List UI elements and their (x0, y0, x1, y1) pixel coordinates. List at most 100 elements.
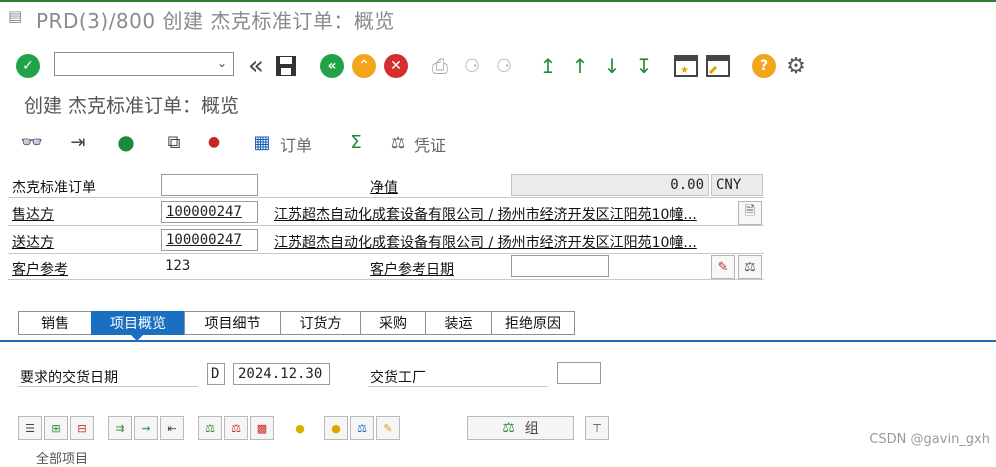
coin-icon[interactable]: ● (288, 416, 312, 440)
select-all-button[interactable]: ⇉ (108, 416, 132, 440)
import-document-icon[interactable]: ⇥ (64, 128, 92, 156)
tab-procurement[interactable]: 采购 (360, 311, 425, 335)
checkmark-icon: ✓ (16, 54, 40, 78)
window-title: PRD(3)/800 创建 杰克标准订单：概览 (36, 9, 395, 33)
deselect-all-icon: ⇤ (167, 421, 177, 435)
item-detail-icon: ☰ (25, 421, 35, 435)
customer-reference-date-field[interactable] (511, 255, 609, 277)
scale-icon: ⚖ (357, 421, 367, 435)
document-icon: 🗎 (744, 204, 756, 219)
next-page-icon[interactable]: ↓ (598, 52, 626, 80)
date-format-field[interactable]: D (207, 363, 225, 385)
chart-button[interactable]: ▩ (250, 416, 274, 440)
partner-stamp-button[interactable]: ⚖ (738, 255, 762, 279)
tab-underline (0, 340, 996, 342)
sum-sigma-icon[interactable]: Σ (342, 128, 370, 156)
first-page-icon[interactable]: ↥ (534, 52, 562, 80)
find-next-icon[interactable]: ⚆ (490, 52, 518, 80)
help-button[interactable]: ? (750, 52, 778, 80)
find-icon[interactable]: ⚆ (458, 52, 486, 80)
tab-item-detail[interactable]: 项目细节 (184, 311, 280, 335)
double-left-arrow-icon: « (320, 54, 344, 78)
help-question-icon: ? (752, 54, 776, 78)
structure-button[interactable]: ⊤ (585, 416, 609, 440)
header-detail-button[interactable]: ✎ (711, 255, 735, 279)
delete-row-icon: ⊟ (77, 421, 87, 435)
navigate-back-icon[interactable]: « (242, 51, 270, 81)
customer-reference-label[interactable]: 客户参考 (12, 259, 68, 279)
order-type-field[interactable] (161, 174, 258, 196)
configuration-button[interactable]: ⚖ (198, 416, 222, 440)
copy-document-icon[interactable]: ⧉ (160, 128, 188, 156)
ship-to-description[interactable]: 江苏超杰自动化成套设备有限公司 / 扬州市经济开发区江阳苑10幢... (274, 232, 720, 252)
tab-shipping[interactable]: 装运 (425, 311, 491, 335)
last-page-icon[interactable]: ↧ (630, 52, 658, 80)
row-divider (18, 386, 198, 387)
configuration-icon: ⚖ (205, 421, 215, 435)
tab-ordering-party[interactable]: 订货方 (280, 311, 360, 335)
item-detail-button[interactable]: ☰ (18, 416, 42, 440)
previous-page-icon[interactable]: ↑ (566, 52, 594, 80)
shortcut-button[interactable] (704, 52, 732, 80)
display-glasses-icon[interactable]: 👓 (18, 128, 46, 156)
currency-coin-button[interactable]: ● (324, 416, 348, 440)
save-button[interactable] (272, 52, 300, 80)
back-button[interactable]: « (318, 52, 346, 80)
order-type-label: 杰克标准订单 (12, 180, 96, 196)
requested-delivery-date-field[interactable]: 2024.12.30 (233, 363, 330, 385)
structure-icon: ⊤ (592, 421, 602, 435)
window-title-bar: ▤ PRD(3)/800 创建 杰克标准订单：概览 (0, 2, 996, 33)
exit-button[interactable]: ⌃ (350, 52, 378, 80)
scale-button[interactable]: ⚖ (350, 416, 374, 440)
insert-row-icon: ⊞ (51, 421, 61, 435)
customer-reference-field[interactable]: 123 (161, 256, 367, 278)
select-block-button[interactable]: ⇝ (134, 416, 158, 440)
ship-to-label[interactable]: 送达方 (12, 232, 54, 252)
net-value-label[interactable]: 净值 (370, 177, 398, 197)
group-button[interactable]: ⚖ 组 (467, 416, 574, 440)
tab-sales[interactable]: 销售 (18, 311, 91, 335)
net-value-field: 0.00 (511, 174, 709, 196)
ship-to-field[interactable]: 100000247 (161, 229, 258, 251)
cancel-button[interactable]: ✕ (382, 52, 410, 80)
requested-delivery-date-label: 要求的交货日期 (20, 370, 118, 386)
order-table-icon[interactable]: ▦ (248, 128, 276, 156)
deselect-all-button[interactable]: ⇤ (160, 416, 184, 440)
insert-row-button[interactable]: ⊞ (44, 416, 68, 440)
sold-to-field[interactable]: 100000247 (161, 201, 258, 223)
customer-reference-date-label[interactable]: 客户参考日期 (370, 259, 454, 279)
document-button[interactable]: 🗎 (738, 201, 762, 225)
edit-note-button[interactable]: ✎ (376, 416, 400, 440)
new-session-icon: ★ (674, 55, 698, 77)
group-button-label: 组 (524, 421, 539, 437)
command-field[interactable]: ⌄ (54, 52, 234, 76)
delete-stamp-icon[interactable]: ● (200, 128, 228, 156)
chevron-down-icon[interactable]: ⌄ (217, 56, 227, 70)
partner-person-icon[interactable]: ● (112, 128, 140, 156)
group-icon: ⚖ (502, 420, 515, 436)
sold-to-description[interactable]: 江苏超杰自动化成套设备有限公司 / 扬州市经济开发区江阳苑10幢... (274, 204, 720, 224)
row-divider (8, 279, 764, 280)
sold-to-label[interactable]: 售达方 (12, 204, 54, 224)
print-icon[interactable]: ⎙ (426, 52, 454, 80)
row-divider (8, 253, 764, 254)
tab-reason-for-rejection[interactable]: 拒绝原因 (491, 311, 575, 335)
voucher-button-label[interactable]: 凭证 (414, 132, 446, 156)
settings-gear-icon[interactable]: ⚙ (782, 52, 810, 80)
delete-row-button[interactable]: ⊟ (70, 416, 94, 440)
delivering-plant-field[interactable] (557, 362, 601, 384)
header-detail-icon: ✎ (717, 259, 729, 275)
pricing-button[interactable]: ⚖ (224, 416, 248, 440)
section-label: 全部项目 (36, 452, 89, 467)
select-all-icon: ⇉ (115, 421, 125, 435)
bar-chart-icon: ▩ (256, 421, 268, 435)
row-divider (8, 197, 764, 198)
menu-icon[interactable]: ▤ (8, 7, 26, 25)
enter-button[interactable]: ✓ (14, 52, 42, 80)
voucher-icon[interactable]: ⚖ (384, 128, 412, 156)
stamp-icon: ⚖ (744, 259, 756, 275)
new-session-button[interactable]: ★ (672, 52, 700, 80)
edit-note-icon: ✎ (383, 421, 393, 435)
tab-item-overview[interactable]: 项目概览 (91, 311, 184, 335)
order-button-label[interactable]: 订单 (280, 132, 312, 156)
